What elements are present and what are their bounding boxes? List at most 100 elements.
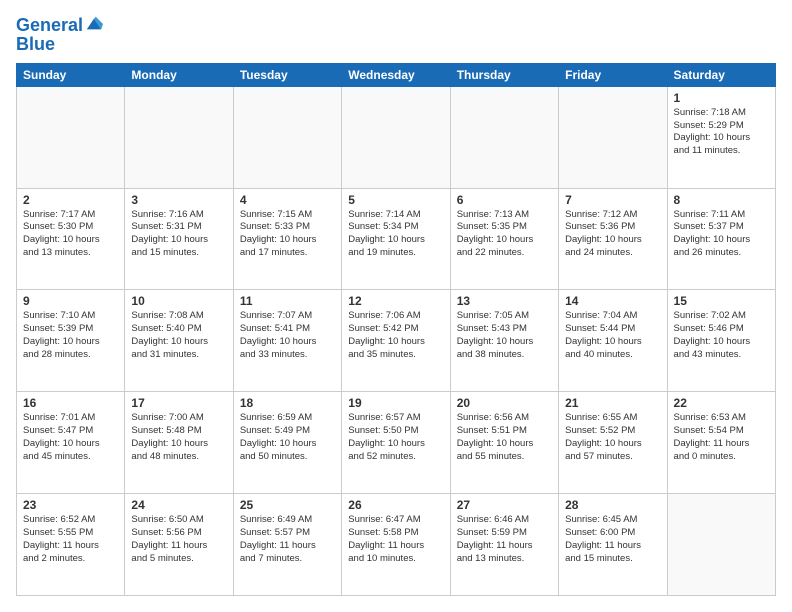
logo-icon <box>85 15 103 33</box>
calendar-cell: 16 Sunrise: 7:01 AM Sunset: 5:47 PM Dayli… <box>17 392 125 494</box>
calendar-cell: 24 Sunrise: 6:50 AM Sunset: 5:56 PM Dayli… <box>125 494 233 596</box>
day-info: Sunrise: 7:17 AM Sunset: 5:30 PM Dayligh… <box>23 209 118 260</box>
calendar-cell <box>559 86 667 188</box>
day-info: Sunrise: 7:14 AM Sunset: 5:34 PM Dayligh… <box>348 209 443 260</box>
logo: General Blue <box>16 16 103 55</box>
day-info: Sunrise: 7:10 AM Sunset: 5:39 PM Dayligh… <box>23 310 118 361</box>
calendar-cell <box>667 494 775 596</box>
day-number: 27 <box>457 498 552 512</box>
day-number: 7 <box>565 193 660 207</box>
day-number: 20 <box>457 396 552 410</box>
day-info: Sunrise: 6:47 AM Sunset: 5:58 PM Dayligh… <box>348 514 443 565</box>
week-row-2: 9 Sunrise: 7:10 AM Sunset: 5:39 PM Daylig… <box>17 290 776 392</box>
day-info: Sunrise: 6:59 AM Sunset: 5:49 PM Dayligh… <box>240 412 335 463</box>
week-row-4: 23Sunrise: 6:52 AM Sunset: 5:55 PM Dayli… <box>17 494 776 596</box>
day-number: 9 <box>23 294 118 308</box>
week-row-1: 2 Sunrise: 7:17 AM Sunset: 5:30 PM Daylig… <box>17 188 776 290</box>
day-number: 22 <box>674 396 769 410</box>
day-number: 12 <box>348 294 443 308</box>
calendar-cell: 3 Sunrise: 7:16 AM Sunset: 5:31 PM Daylig… <box>125 188 233 290</box>
day-info: Sunrise: 7:08 AM Sunset: 5:40 PM Dayligh… <box>131 310 226 361</box>
day-info: Sunrise: 7:16 AM Sunset: 5:31 PM Dayligh… <box>131 209 226 260</box>
week-row-0: 1 Sunrise: 7:18 AM Sunset: 5:29 PM Daylig… <box>17 86 776 188</box>
weekday-header-thursday: Thursday <box>450 63 558 86</box>
day-info: Sunrise: 7:05 AM Sunset: 5:43 PM Dayligh… <box>457 310 552 361</box>
calendar-cell <box>17 86 125 188</box>
day-info: Sunrise: 7:04 AM Sunset: 5:44 PM Dayligh… <box>565 310 660 361</box>
weekday-header-monday: Monday <box>125 63 233 86</box>
calendar-cell <box>450 86 558 188</box>
day-number: 8 <box>674 193 769 207</box>
day-info: Sunrise: 7:01 AM Sunset: 5:47 PM Dayligh… <box>23 412 118 463</box>
calendar-cell <box>125 86 233 188</box>
day-info: Sunrise: 6:49 AM Sunset: 5:57 PM Dayligh… <box>240 514 335 565</box>
day-number: 6 <box>457 193 552 207</box>
day-info: Sunrise: 6:45 AM Sunset: 6:00 PM Dayligh… <box>565 514 660 565</box>
calendar-cell: 21 Sunrise: 6:55 AM Sunset: 5:52 PM Dayli… <box>559 392 667 494</box>
day-info: Sunrise: 7:12 AM Sunset: 5:36 PM Dayligh… <box>565 209 660 260</box>
day-number: 23 <box>23 498 118 512</box>
day-info: Sunrise: 7:00 AM Sunset: 5:48 PM Dayligh… <box>131 412 226 463</box>
calendar-table: SundayMondayTuesdayWednesdayThursdayFrid… <box>16 63 776 596</box>
day-number: 19 <box>348 396 443 410</box>
day-number: 4 <box>240 193 335 207</box>
day-info: Sunrise: 6:50 AM Sunset: 5:56 PM Dayligh… <box>131 514 226 565</box>
calendar-cell: 19 Sunrise: 6:57 AM Sunset: 5:50 PM Dayli… <box>342 392 450 494</box>
day-info: Sunrise: 6:46 AM Sunset: 5:59 PM Dayligh… <box>457 514 552 565</box>
calendar-cell: 17 Sunrise: 7:00 AM Sunset: 5:48 PM Dayli… <box>125 392 233 494</box>
day-number: 21 <box>565 396 660 410</box>
day-number: 17 <box>131 396 226 410</box>
calendar-cell: 4 Sunrise: 7:15 AM Sunset: 5:33 PM Daylig… <box>233 188 341 290</box>
calendar-cell: 10 Sunrise: 7:08 AM Sunset: 5:40 PM Dayli… <box>125 290 233 392</box>
day-number: 18 <box>240 396 335 410</box>
day-number: 25 <box>240 498 335 512</box>
calendar-cell: 13 Sunrise: 7:05 AM Sunset: 5:43 PM Dayli… <box>450 290 558 392</box>
day-number: 10 <box>131 294 226 308</box>
calendar-cell: 14 Sunrise: 7:04 AM Sunset: 5:44 PM Dayli… <box>559 290 667 392</box>
day-info: Sunrise: 7:11 AM Sunset: 5:37 PM Dayligh… <box>674 209 769 260</box>
weekday-header-row: SundayMondayTuesdayWednesdayThursdayFrid… <box>17 63 776 86</box>
day-number: 3 <box>131 193 226 207</box>
calendar-cell <box>233 86 341 188</box>
day-number: 16 <box>23 396 118 410</box>
calendar-cell: 26Sunrise: 6:47 AM Sunset: 5:58 PM Dayli… <box>342 494 450 596</box>
day-info: Sunrise: 7:06 AM Sunset: 5:42 PM Dayligh… <box>348 310 443 361</box>
calendar-cell: 8 Sunrise: 7:11 AM Sunset: 5:37 PM Daylig… <box>667 188 775 290</box>
calendar-cell: 5 Sunrise: 7:14 AM Sunset: 5:34 PM Daylig… <box>342 188 450 290</box>
day-info: Sunrise: 6:55 AM Sunset: 5:52 PM Dayligh… <box>565 412 660 463</box>
day-number: 24 <box>131 498 226 512</box>
calendar-cell: 28 Sunrise: 6:45 AM Sunset: 6:00 PM Dayli… <box>559 494 667 596</box>
calendar-cell: 2 Sunrise: 7:17 AM Sunset: 5:30 PM Daylig… <box>17 188 125 290</box>
calendar-cell: 20 Sunrise: 6:56 AM Sunset: 5:51 PM Dayli… <box>450 392 558 494</box>
weekday-header-sunday: Sunday <box>17 63 125 86</box>
weekday-header-saturday: Saturday <box>667 63 775 86</box>
day-info: Sunrise: 7:18 AM Sunset: 5:29 PM Dayligh… <box>674 107 769 158</box>
header: General Blue <box>16 16 776 55</box>
day-info: Sunrise: 6:56 AM Sunset: 5:51 PM Dayligh… <box>457 412 552 463</box>
week-row-3: 16 Sunrise: 7:01 AM Sunset: 5:47 PM Dayli… <box>17 392 776 494</box>
calendar-cell <box>342 86 450 188</box>
day-info: Sunrise: 7:07 AM Sunset: 5:41 PM Dayligh… <box>240 310 335 361</box>
calendar-cell: 15 Sunrise: 7:02 AM Sunset: 5:46 PM Dayli… <box>667 290 775 392</box>
calendar-cell: 7 Sunrise: 7:12 AM Sunset: 5:36 PM Daylig… <box>559 188 667 290</box>
weekday-header-friday: Friday <box>559 63 667 86</box>
calendar-cell: 12 Sunrise: 7:06 AM Sunset: 5:42 PM Dayli… <box>342 290 450 392</box>
day-number: 14 <box>565 294 660 308</box>
day-info: Sunrise: 6:57 AM Sunset: 5:50 PM Dayligh… <box>348 412 443 463</box>
calendar-cell: 1 Sunrise: 7:18 AM Sunset: 5:29 PM Daylig… <box>667 86 775 188</box>
day-info: Sunrise: 6:53 AM Sunset: 5:54 PM Dayligh… <box>674 412 769 463</box>
day-number: 28 <box>565 498 660 512</box>
logo-general: General <box>16 15 83 35</box>
day-info: Sunrise: 7:15 AM Sunset: 5:33 PM Dayligh… <box>240 209 335 260</box>
weekday-header-wednesday: Wednesday <box>342 63 450 86</box>
day-number: 1 <box>674 91 769 105</box>
day-number: 15 <box>674 294 769 308</box>
weekday-header-tuesday: Tuesday <box>233 63 341 86</box>
calendar-cell: 23Sunrise: 6:52 AM Sunset: 5:55 PM Dayli… <box>17 494 125 596</box>
logo-blue: Blue <box>16 34 55 54</box>
calendar-cell: 27 Sunrise: 6:46 AM Sunset: 5:59 PM Dayli… <box>450 494 558 596</box>
day-info: Sunrise: 7:02 AM Sunset: 5:46 PM Dayligh… <box>674 310 769 361</box>
day-number: 5 <box>348 193 443 207</box>
day-number: 13 <box>457 294 552 308</box>
day-number: 2 <box>23 193 118 207</box>
